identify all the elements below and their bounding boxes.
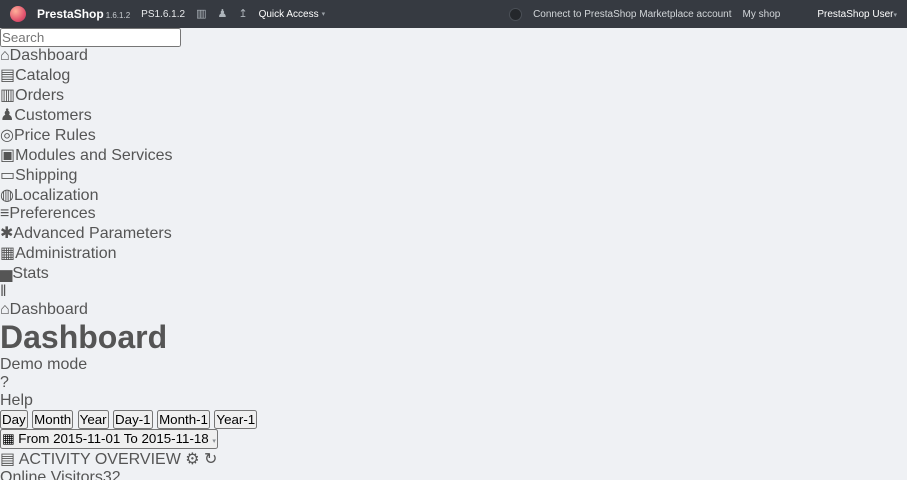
collapse-sidebar-button[interactable]: ‖ [0, 283, 907, 301]
online-visitors-value: 32 [102, 469, 121, 480]
dashboard-content: ▤ ACTIVITY OVERVIEW ⚙ ↻ Online Visitors3… [0, 449, 907, 480]
breadcrumb-label: Dashboard [9, 301, 88, 318]
wrench-icon: ✱ [0, 225, 14, 242]
user-menu[interactable]: PrestaShop User▾ [817, 9, 897, 20]
sidebar-item-label: Advanced Parameters [13, 225, 172, 242]
sidebar-item-shipping[interactable]: ▭Shipping [0, 165, 907, 185]
sidebar-item-label: Preferences [9, 205, 96, 222]
sidebar-item-localization[interactable]: ◍Localization [0, 185, 907, 205]
sidebar-item-dashboard[interactable]: ⌂Dashboard [0, 47, 907, 65]
tag-icon: ◎ [0, 127, 14, 144]
book-icon: ▤ [0, 67, 16, 84]
version-label: 1.6.1.2 [105, 11, 131, 20]
cart-icon[interactable]: ▥ [196, 8, 206, 20]
sidebar-item-label: Modules and Services [15, 147, 173, 164]
marketplace-icon[interactable] [509, 7, 523, 21]
topbar: PrestaShop 1.6.1.2 PS1.6.1.2 ▥ ♟ ↥ Quick … [0, 0, 907, 28]
sidebar: ⌂Dashboard ▤Catalog ▥Orders ♟Customers ◎… [0, 28, 907, 301]
sidebar-item-preferences[interactable]: ≡Preferences [0, 205, 907, 223]
globe-icon: ◍ [0, 187, 14, 204]
sidebar-item-label: Catalog [15, 67, 71, 84]
sliders-icon: ≡ [0, 205, 10, 222]
sidebar-item-label: Shipping [15, 167, 78, 184]
period-month-1-button[interactable]: Month-1 [157, 410, 210, 429]
period-year-button[interactable]: Year [77, 410, 109, 429]
chevron-down-icon: ▾ [321, 11, 326, 18]
help-label: Help [0, 392, 33, 409]
sidebar-item-orders[interactable]: ▥Orders [0, 85, 907, 105]
user-icon[interactable]: ♟ [217, 8, 227, 20]
gear-icon[interactable]: ⚙ [185, 451, 199, 468]
sidebar-item-label: Administration [15, 245, 117, 262]
chevron-down-icon: ▾ [893, 11, 897, 19]
sidebar-item-label: Localization [13, 187, 99, 204]
marketplace-link[interactable]: Connect to PrestaShop Marketplace accoun… [533, 9, 731, 20]
sidebar-item-label: Dashboard [9, 47, 88, 64]
my-shop-link[interactable]: My shop [743, 9, 781, 20]
user-avatar[interactable] [791, 7, 806, 22]
arrow-up-icon[interactable]: ↥ [238, 8, 247, 20]
sidebar-item-catalog[interactable]: ▤Catalog [0, 65, 907, 85]
list-icon: ▤ [0, 451, 16, 468]
online-visitors-link[interactable]: Online Visitors [0, 469, 103, 480]
truck-icon: ▭ [0, 167, 16, 184]
activity-overview-panel: ▤ ACTIVITY OVERVIEW ⚙ ↻ Online Visitors3… [0, 449, 907, 480]
chevron-down-icon: ▾ [212, 438, 216, 445]
period-day-button[interactable]: Day [0, 410, 28, 429]
calendar-icon: ▦ [2, 431, 15, 446]
search-input[interactable] [0, 28, 181, 47]
puzzle-icon: ▣ [0, 147, 16, 164]
sidebar-item-customers[interactable]: ♟Customers [0, 105, 907, 125]
brand-name[interactable]: PrestaShop 1.6.1.2 [37, 7, 130, 21]
home-icon: ⌂ [0, 47, 10, 64]
home-icon: ⌂ [0, 301, 10, 318]
cart-icon: ▥ [0, 87, 16, 104]
sidebar-item-advanced-parameters[interactable]: ✱Advanced Parameters [0, 223, 907, 243]
sidebar-item-modules[interactable]: ▣Modules and Services [0, 145, 907, 165]
chart-bar-icon: ▅ [0, 265, 13, 282]
sidebar-item-administration[interactable]: ▦Administration [0, 243, 907, 263]
period-month-button[interactable]: Month [32, 410, 74, 429]
left-column: ▤ ACTIVITY OVERVIEW ⚙ ↻ Online Visitors3… [0, 449, 907, 480]
sidebar-item-label: Stats [12, 265, 49, 282]
period-button-group: Day Month Year Day-1 Month-1 Year-1 [0, 410, 907, 429]
brand-text: PrestaShop [37, 7, 104, 21]
sidebar-item-label: Customers [14, 107, 92, 124]
refresh-icon[interactable]: ↻ [204, 451, 217, 468]
quick-access-menu[interactable]: Quick Access ▾ [259, 9, 326, 20]
sidebar-item-stats[interactable]: ▅Stats [0, 263, 907, 283]
shop-name-label: PS1.6.1.2 [141, 8, 186, 20]
period-year-1-button[interactable]: Year-1 [214, 410, 258, 429]
page-header: ⌂Dashboard Dashboard Demo mode ? Help [0, 301, 907, 410]
period-day-1-button[interactable]: Day-1 [113, 410, 153, 429]
prestashop-logo[interactable] [10, 6, 26, 22]
user-name-label: PrestaShop User [817, 8, 894, 20]
period-toolbar: Day Month Year Day-1 Month-1 Year-1 ▦ Fr… [0, 410, 907, 449]
breadcrumb: ⌂Dashboard [0, 301, 907, 319]
gear-icon: ▦ [0, 245, 16, 262]
panel-title: ACTIVITY OVERVIEW [18, 451, 181, 468]
quick-access-label: Quick Access [258, 8, 319, 20]
help-button[interactable]: ? [0, 374, 907, 392]
sidebar-item-label: Orders [15, 87, 65, 104]
page-title: Dashboard [0, 319, 168, 355]
date-range-label: From 2015-11-01 To 2015-11-18 [18, 431, 209, 446]
main-area: ⌂Dashboard Dashboard Demo mode ? Help Da… [0, 301, 907, 480]
sidebar-item-label: Price Rules [13, 127, 96, 144]
demo-mode-label: Demo mode [0, 356, 88, 373]
sidebar-item-price-rules[interactable]: ◎Price Rules [0, 125, 907, 145]
date-range-button[interactable]: ▦ From 2015-11-01 To 2015-11-18 ▾ [0, 429, 218, 449]
sidebar-search[interactable] [0, 28, 907, 47]
people-icon: ♟ [0, 107, 15, 124]
